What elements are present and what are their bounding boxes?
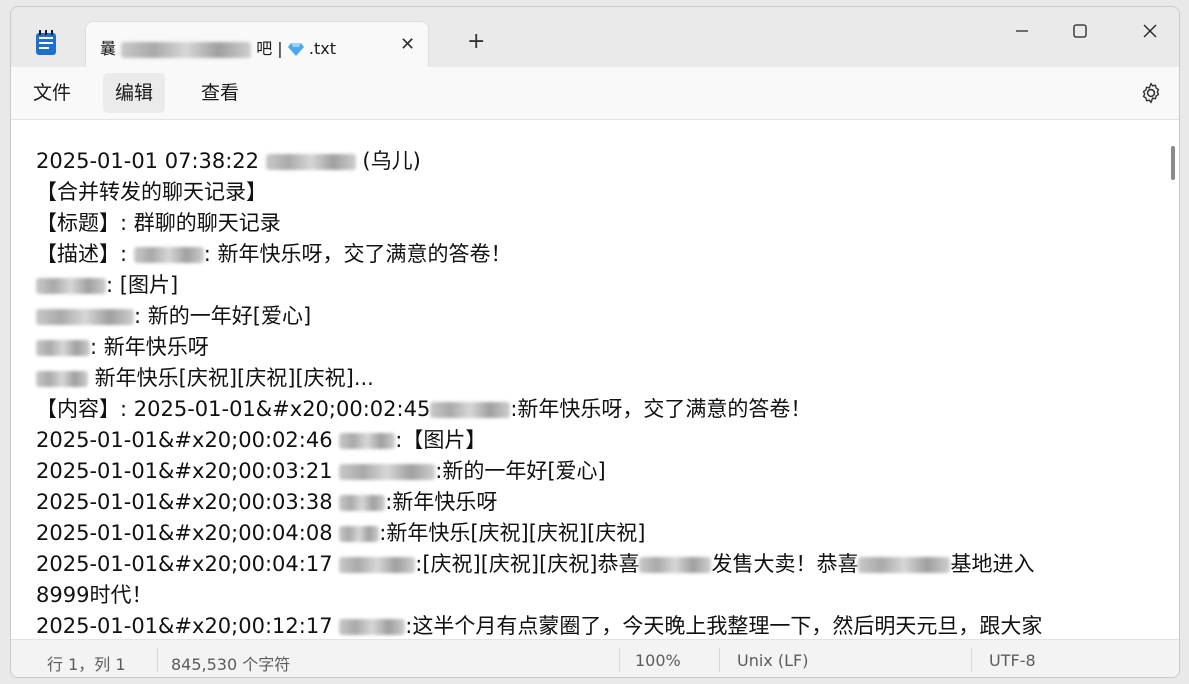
text-line: 【描述】: : 新年快乐呀，交了满意的答卷！ bbox=[36, 242, 512, 266]
minimize-button[interactable] bbox=[999, 15, 1045, 47]
redacted-text bbox=[339, 433, 396, 449]
line-ending[interactable]: Unix (LF) bbox=[737, 651, 808, 670]
text-line: 【标题】: 群聊的聊天记录 bbox=[36, 211, 281, 235]
redacted-text bbox=[36, 278, 106, 294]
text-line: : 新的一年好[爱心] bbox=[36, 301, 311, 332]
tab-title-mid: 吧 | bbox=[256, 39, 283, 58]
close-button[interactable] bbox=[1127, 15, 1173, 47]
tab-title-prefix: 曩 bbox=[100, 39, 117, 58]
tab-title-suffix: .txt bbox=[308, 39, 336, 58]
text-line: 新年快乐[庆祝][庆祝][庆祝]... bbox=[36, 363, 374, 394]
text-line: 2025-01-01&#x20;00:03:21 :新的一年好[爱心] bbox=[36, 459, 606, 483]
notepad-icon bbox=[36, 30, 56, 55]
cursor-position: 行 1，列 1 bbox=[47, 655, 126, 674]
text-line: 2025-01-01&#x20;00:03:38 :新年快乐呀 bbox=[36, 490, 498, 514]
text-editor[interactable]: 2025-01-01 07:38:22 (乌儿) 【合并转发的聊天记录】 【标题… bbox=[11, 119, 1179, 639]
maximize-icon bbox=[1073, 24, 1087, 38]
maximize-button[interactable] bbox=[1057, 15, 1103, 47]
text-line: 【合并转发的聊天记录】 bbox=[36, 180, 267, 204]
gear-icon[interactable] bbox=[1139, 81, 1163, 105]
redacted-text bbox=[858, 557, 951, 573]
redacted-text bbox=[133, 247, 204, 263]
minimize-icon bbox=[1016, 30, 1028, 32]
close-tab-button[interactable]: ✕ bbox=[400, 34, 415, 55]
redacted-text bbox=[639, 557, 712, 573]
gem-icon bbox=[287, 43, 304, 56]
close-icon bbox=[1143, 24, 1157, 38]
vertical-scrollbar[interactable] bbox=[1171, 146, 1175, 180]
redacted-text bbox=[36, 371, 88, 387]
redacted-text bbox=[339, 526, 380, 542]
text-line: 2025-01-01 07:38:22 (乌儿) bbox=[36, 149, 421, 173]
redacted-text bbox=[36, 340, 90, 356]
zoom-level[interactable]: 100% bbox=[635, 651, 681, 670]
redacted-text bbox=[265, 154, 356, 170]
redacted-text bbox=[339, 495, 386, 511]
text-line: 2025-01-01&#x20;00:04:08 :新年快乐[庆祝][庆祝][庆… bbox=[36, 521, 646, 545]
redacted-text bbox=[36, 309, 134, 325]
menu-file[interactable]: 文件 bbox=[21, 73, 83, 113]
text-line: : 新年快乐呀 bbox=[36, 332, 209, 363]
redacted-text bbox=[339, 619, 406, 635]
divider bbox=[157, 648, 158, 672]
divider bbox=[719, 648, 720, 672]
menu-view[interactable]: 查看 bbox=[189, 73, 251, 113]
redacted-text bbox=[339, 557, 416, 573]
divider bbox=[971, 648, 972, 672]
notepad-window: 曩 吧 | .txt ✕ + 文件 编辑 查看 2025-01-01 07:38… bbox=[10, 6, 1180, 678]
redacted-text bbox=[430, 402, 511, 418]
menu-edit[interactable]: 编辑 bbox=[103, 73, 166, 113]
new-tab-button[interactable]: + bbox=[467, 31, 485, 53]
text-line: 8999时代！ bbox=[36, 583, 153, 607]
tab-title: 曩 吧 | .txt bbox=[100, 35, 336, 59]
menu-bar: 文件 编辑 查看 bbox=[11, 67, 1179, 119]
status-bar: 行 1，列 1 845,530 个字符 100% Unix (LF) UTF-8 bbox=[11, 639, 1179, 677]
encoding[interactable]: UTF-8 bbox=[989, 651, 1036, 670]
redacted-text bbox=[339, 464, 436, 480]
text-line: 【内容】: 2025-01-01&#x20;00:02:45:新年快乐呀，交了满… bbox=[36, 397, 812, 421]
text-line: 2025-01-01&#x20;00:02:46 :【图片】 bbox=[36, 428, 487, 452]
text-line: 2025-01-01&#x20;00:12:17 :这半个月有点蒙圈了，今天晚上… bbox=[36, 614, 1043, 638]
file-tab[interactable]: 曩 吧 | .txt ✕ bbox=[85, 21, 429, 68]
text-line: 2025-01-01&#x20;00:04:17 :[庆祝][庆祝][庆祝]恭喜… bbox=[36, 552, 1035, 576]
divider bbox=[619, 648, 620, 672]
text-line: : [图片] bbox=[36, 270, 178, 301]
character-count: 845,530 个字符 bbox=[171, 655, 291, 674]
title-bar: 曩 吧 | .txt ✕ + bbox=[11, 7, 1179, 68]
redacted-text bbox=[121, 41, 252, 58]
